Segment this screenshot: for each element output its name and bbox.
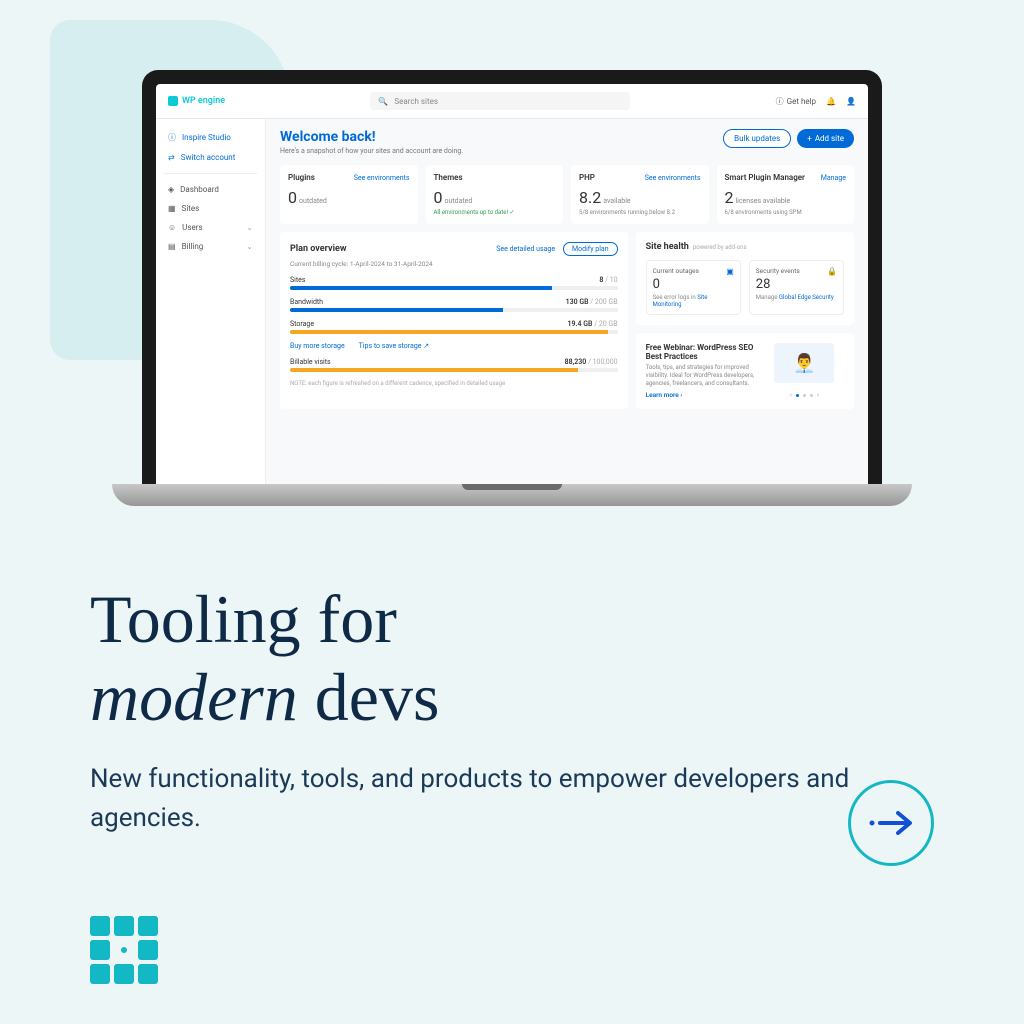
- logo-text: WP engine: [182, 96, 225, 106]
- arrow-right-icon: [868, 808, 914, 838]
- sidebar-item-billing[interactable]: ▤ Billing ⌄: [164, 237, 257, 256]
- billing-icon: ▤: [168, 242, 176, 251]
- chevron-right-icon[interactable]: ›: [817, 391, 819, 399]
- stat-themes: Themes 0 outdated All environments up to…: [426, 165, 564, 224]
- stat-plugins: Plugins See environments 0 outdated: [280, 165, 418, 224]
- help-icon: ⓘ: [776, 96, 784, 107]
- storage-tips-link[interactable]: Tips to save storage ↗: [359, 342, 429, 350]
- dashboard-icon: ◈: [168, 185, 174, 194]
- buy-storage-link[interactable]: Buy more storage: [290, 342, 345, 350]
- metric-storage: Storage19.4 GB / 20 GB: [290, 320, 618, 334]
- metric-sites: Sites8 / 10: [290, 276, 618, 290]
- plan-overview-card: Plan overview See detailed usage Modify …: [280, 232, 628, 409]
- laptop-mockup: WP engine 🔍 Search sites ⓘ Get help 🔔 👤: [142, 70, 882, 506]
- chevron-down-icon: ⌄: [246, 223, 253, 232]
- monitor-icon: ▣: [726, 267, 734, 276]
- logo[interactable]: WP engine: [168, 96, 225, 106]
- next-arrow-button[interactable]: [848, 780, 934, 866]
- webinar-card: Free Webinar: WordPress SEO Best Practic…: [636, 333, 854, 409]
- spm-manage-link[interactable]: Manage: [821, 174, 846, 182]
- hero-title: Tooling for modern devs: [90, 580, 934, 736]
- bulk-updates-button[interactable]: Bulk updates: [723, 129, 791, 148]
- php-env-link[interactable]: See environments: [645, 174, 701, 182]
- webinar-illustration: 👨‍💼: [774, 343, 834, 383]
- bell-icon[interactable]: 🔔: [826, 97, 836, 106]
- carousel-dots[interactable]: ‹ ›: [790, 391, 819, 399]
- users-icon: ☺: [168, 223, 176, 232]
- chevron-down-icon: ⌄: [246, 242, 253, 251]
- main-content: Welcome back! Here's a snapshot of how y…: [266, 119, 868, 484]
- metric-visits: Billable visits88,230 / 100,000: [290, 358, 618, 372]
- sidebar-item-dashboard[interactable]: ◈ Dashboard: [164, 180, 257, 199]
- metric-bandwidth: Bandwidth130 GB / 200 GB: [290, 298, 618, 312]
- detailed-usage-link[interactable]: See detailed usage: [496, 245, 555, 253]
- plus-icon: +: [807, 134, 812, 143]
- site-health-card: Site health powered by add-ons Current o…: [636, 232, 854, 325]
- welcome-subtitle: Here's a snapshot of how your sites and …: [280, 147, 463, 155]
- get-help-link[interactable]: ⓘ Get help: [776, 96, 816, 107]
- lock-icon: 🔒: [827, 267, 837, 276]
- chevron-left-icon[interactable]: ‹: [790, 391, 792, 399]
- dashboard-app: WP engine 🔍 Search sites ⓘ Get help 🔔 👤: [156, 84, 868, 484]
- external-icon: ↗: [423, 342, 429, 350]
- sidebar-item-sites[interactable]: ▦ Sites: [164, 199, 257, 218]
- logo-icon: [168, 96, 178, 106]
- info-icon: ⓘ: [168, 132, 176, 143]
- sidebar-account[interactable]: ⓘ Inspire Studio: [164, 127, 257, 148]
- webinar-learn-more[interactable]: Learn more ›: [646, 391, 757, 399]
- search-placeholder: Search sites: [394, 97, 438, 106]
- brand-icon: [90, 916, 158, 984]
- search-input[interactable]: 🔍 Search sites: [370, 92, 630, 110]
- sidebar-switch-account[interactable]: ⇄ Switch account: [164, 148, 257, 167]
- avatar[interactable]: 👤: [846, 97, 856, 106]
- sidebar: ⓘ Inspire Studio ⇄ Switch account ◈ Dash…: [156, 119, 266, 484]
- switch-icon: ⇄: [168, 153, 175, 162]
- edge-security-link[interactable]: Global Edge Security: [779, 294, 834, 301]
- stat-spm: Smart Plugin Manager Manage 2 licenses a…: [717, 165, 855, 224]
- modify-plan-button[interactable]: Modify plan: [563, 242, 618, 256]
- welcome-title: Welcome back!: [280, 129, 463, 145]
- app-header: WP engine 🔍 Search sites ⓘ Get help 🔔 👤: [156, 84, 868, 119]
- plugins-env-link[interactable]: See environments: [354, 174, 410, 182]
- search-icon: 🔍: [378, 97, 388, 106]
- health-security: Security events 28 Manage Global Edge Se…: [749, 260, 844, 315]
- add-site-button[interactable]: + Add site: [797, 129, 854, 148]
- health-outages: Current outages 0 See error logs in Site…: [646, 260, 741, 315]
- sites-icon: ▦: [168, 204, 176, 213]
- hero-section: Tooling for modern devs New functionalit…: [90, 580, 934, 838]
- stat-php: PHP See environments 8.2 available 5/8 e…: [571, 165, 709, 224]
- sidebar-item-users[interactable]: ☺ Users ⌄: [164, 218, 257, 237]
- hero-subtitle: New functionality, tools, and products t…: [90, 760, 934, 838]
